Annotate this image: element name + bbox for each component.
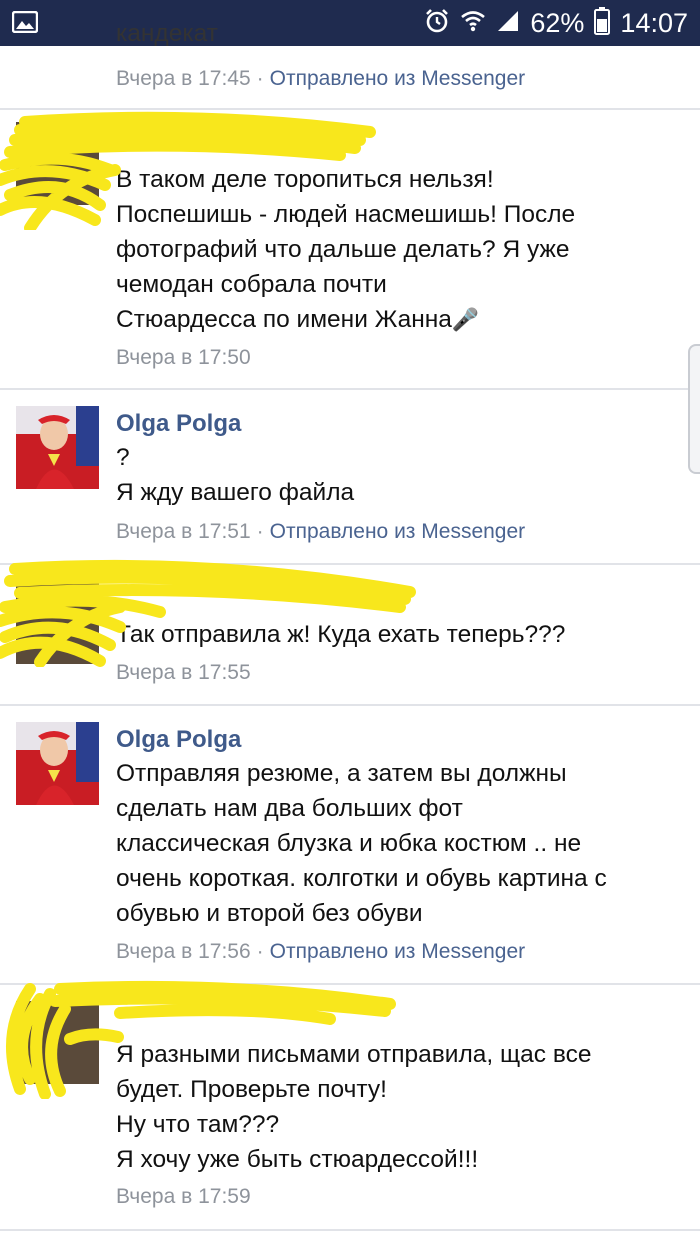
message-meta: Вчера в 17:45 · Отправлено из Messenger [116, 67, 526, 90]
message-meta: Вчера в 17:51 · Отправлено из Messenger [116, 520, 526, 543]
message-item: Так отправила ж! Куда ехать теперь??? Вч… [0, 559, 700, 703]
avatar[interactable] [16, 722, 99, 805]
message-item: В таком деле торопиться нельзя! Поспешиш… [0, 110, 700, 388]
microphone-emoji: 🎤 [451, 307, 480, 332]
message-time[interactable]: Вчера в 17:45 [116, 67, 251, 90]
message-time[interactable]: Вчера в 17:56 [116, 940, 251, 963]
sender-name[interactable]: Olga Polga [116, 726, 241, 754]
message-meta: Вчера в 17:56 · Отправлено из Messenger [116, 940, 526, 963]
fast-scroll-handle[interactable] [688, 344, 700, 474]
avatar[interactable] [16, 1001, 99, 1084]
message-item: Я разными письмами отправила, щас все бу… [0, 980, 700, 1229]
message-text: Так отправила ж! Куда ехать теперь??? [116, 621, 566, 648]
sent-from-messenger-link[interactable]: Отправлено из Messenger [270, 67, 525, 90]
message-text: Отправляя резюме, а затем вы должны сдел… [116, 760, 607, 927]
message-time[interactable]: Вчера в 17:59 [116, 1185, 251, 1208]
divider [0, 1229, 700, 1231]
message-time[interactable]: Вчера в 17:51 [116, 520, 251, 543]
message-meta: Вчера в 17:55 [116, 661, 251, 685]
avatar[interactable] [16, 122, 99, 205]
sent-from-messenger-link[interactable]: Отправлено из Messenger [270, 520, 525, 543]
status-bar-overlay [0, 0, 700, 46]
message-text: В таком деле торопиться нельзя! Поспешиш… [116, 166, 576, 333]
message-time[interactable]: Вчера в 17:50 [116, 346, 251, 369]
avatar[interactable] [16, 406, 99, 489]
message-item: Olga Polga ? Я жду вашего файла Вчера в … [0, 390, 700, 562]
message-item: Olga Polga Отправляя резюме, а затем вы … [0, 706, 700, 982]
message-text: Я разными письмами отправила, щас все бу… [116, 1041, 592, 1173]
avatar[interactable] [16, 581, 99, 664]
message-text: ? Я жду вашего файла [116, 444, 355, 506]
message-meta: Вчера в 17:50 [116, 346, 251, 370]
sent-from-messenger-link[interactable]: Отправлено из Messenger [270, 940, 525, 963]
message-time[interactable]: Вчера в 17:55 [116, 661, 251, 684]
message-meta: Вчера в 17:59 [116, 1185, 251, 1209]
sender-name[interactable]: Olga Polga [116, 410, 241, 438]
